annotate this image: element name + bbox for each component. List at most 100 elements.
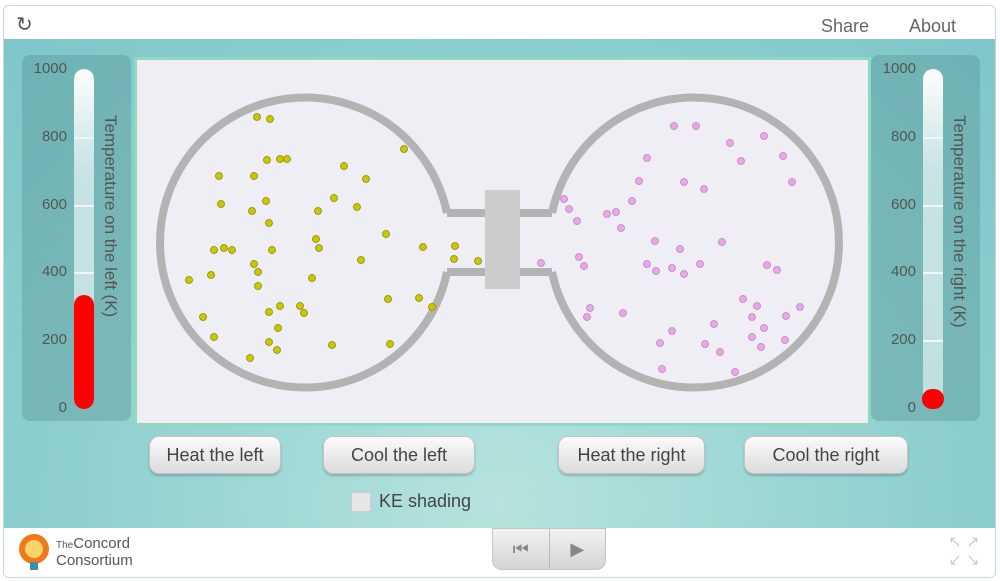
left-thermometer: Temperature on the left (K) 1000 800 600 40… bbox=[22, 55, 131, 421]
right-particle bbox=[718, 238, 726, 246]
left-particle bbox=[451, 242, 459, 250]
left-particle bbox=[276, 155, 284, 163]
tick-label: 600 bbox=[890, 195, 916, 213]
left-thermometer-label: Temperature on the left (K) bbox=[101, 115, 120, 318]
right-particle bbox=[583, 313, 591, 321]
right-particle bbox=[656, 339, 664, 347]
left-particle bbox=[315, 244, 323, 252]
cool-left-button[interactable]: Cool the left bbox=[323, 436, 475, 474]
left-particle bbox=[246, 354, 254, 362]
right-particle bbox=[701, 340, 709, 348]
right-particle bbox=[731, 368, 739, 376]
right-particle bbox=[773, 266, 781, 274]
tick-label: 0 bbox=[907, 399, 916, 416]
left-particle bbox=[382, 230, 390, 238]
share-link[interactable]: Share bbox=[821, 16, 869, 37]
right-particle bbox=[537, 259, 545, 267]
right-particle bbox=[710, 320, 718, 328]
play-button[interactable]: ▶ bbox=[550, 529, 606, 569]
right-particle bbox=[668, 327, 676, 335]
left-particle bbox=[340, 162, 348, 170]
left-particle bbox=[328, 341, 336, 349]
left-particle bbox=[265, 308, 273, 316]
tick-label: 400 bbox=[890, 263, 916, 281]
right-particle bbox=[617, 224, 625, 232]
ke-shading-checkbox[interactable]: KE shading bbox=[351, 491, 471, 512]
left-particle bbox=[400, 145, 408, 153]
left-particle bbox=[199, 313, 207, 321]
left-particle bbox=[262, 197, 270, 205]
right-particle bbox=[670, 122, 678, 130]
right-particle bbox=[573, 217, 581, 225]
left-particle bbox=[265, 219, 273, 227]
footer: TheConcord Consortium ⏮ ▶ ↖ ↗ ↙ ↘ bbox=[4, 528, 995, 577]
logo-word-the: The bbox=[56, 540, 74, 551]
left-particle bbox=[210, 246, 218, 254]
right-thermometer-label: Temperature on the right (K) bbox=[950, 115, 969, 328]
fullscreen-icon[interactable]: ↖ ↗ ↙ ↘ bbox=[945, 534, 983, 570]
partition-plug bbox=[485, 190, 520, 289]
left-particle bbox=[253, 113, 261, 121]
tick-line bbox=[923, 272, 943, 275]
logo-word-concord: Concord bbox=[73, 535, 130, 552]
right-particle bbox=[692, 122, 700, 130]
tick-line bbox=[74, 136, 94, 139]
interactive-area: Temperature on the left (K) 1000 800 600 40… bbox=[4, 39, 995, 528]
left-particle bbox=[185, 276, 193, 284]
reload-icon[interactable]: ↻ bbox=[16, 12, 33, 37]
right-particle bbox=[779, 152, 787, 160]
tick-line bbox=[74, 272, 94, 275]
right-particle bbox=[748, 333, 756, 341]
rewind-icon: ⏮ bbox=[512, 538, 529, 559]
left-particle bbox=[419, 243, 427, 251]
tick-label: 1000 bbox=[882, 60, 916, 77]
right-particle bbox=[652, 267, 660, 275]
left-particle bbox=[384, 295, 392, 303]
simulation-canvas bbox=[134, 57, 871, 426]
left-particle bbox=[386, 340, 394, 348]
right-particle bbox=[763, 261, 771, 269]
simulation-svg bbox=[156, 93, 843, 392]
left-particle bbox=[312, 235, 320, 243]
heat-left-button[interactable]: Heat the left bbox=[149, 436, 281, 474]
left-particle bbox=[250, 260, 258, 268]
tick-label: 200 bbox=[890, 331, 916, 349]
left-particle bbox=[428, 303, 436, 311]
lightbulb-logo-icon bbox=[19, 534, 49, 570]
tick-label: 400 bbox=[41, 263, 67, 281]
right-particle bbox=[760, 324, 768, 332]
right-particle bbox=[643, 260, 651, 268]
tick-line bbox=[923, 204, 943, 207]
tick-label: 800 bbox=[41, 127, 67, 145]
cool-right-button[interactable]: Cool the right bbox=[744, 436, 908, 474]
right-particle bbox=[643, 154, 651, 162]
right-particle bbox=[668, 264, 676, 272]
logo-text: TheConcord Consortium bbox=[56, 536, 133, 568]
left-particle bbox=[210, 333, 218, 341]
left-particle bbox=[217, 200, 225, 208]
tick-line bbox=[74, 204, 94, 207]
concord-logo[interactable]: TheConcord Consortium bbox=[16, 532, 133, 572]
heat-right-button[interactable]: Heat the right bbox=[558, 436, 705, 474]
rewind-button[interactable]: ⏮ bbox=[493, 529, 550, 569]
left-particle bbox=[254, 282, 262, 290]
about-link[interactable]: About bbox=[909, 16, 956, 37]
tick-line bbox=[923, 340, 943, 343]
right-particle bbox=[716, 348, 724, 356]
checkbox-box[interactable] bbox=[351, 491, 371, 512]
left-particle bbox=[362, 175, 370, 183]
right-particle bbox=[739, 295, 747, 303]
right-particle bbox=[635, 177, 643, 185]
right-particle bbox=[781, 336, 789, 344]
left-particle bbox=[330, 194, 338, 202]
right-particle bbox=[788, 178, 796, 186]
left-particle bbox=[215, 172, 223, 180]
top-bar: ↻ Share About bbox=[4, 6, 995, 39]
left-particle bbox=[300, 309, 308, 317]
right-particle bbox=[575, 253, 583, 261]
right-particle bbox=[560, 195, 568, 203]
right-particle bbox=[565, 205, 573, 213]
left-particle bbox=[266, 115, 274, 123]
left-temperature-fill bbox=[74, 294, 94, 409]
left-particle bbox=[308, 274, 316, 282]
